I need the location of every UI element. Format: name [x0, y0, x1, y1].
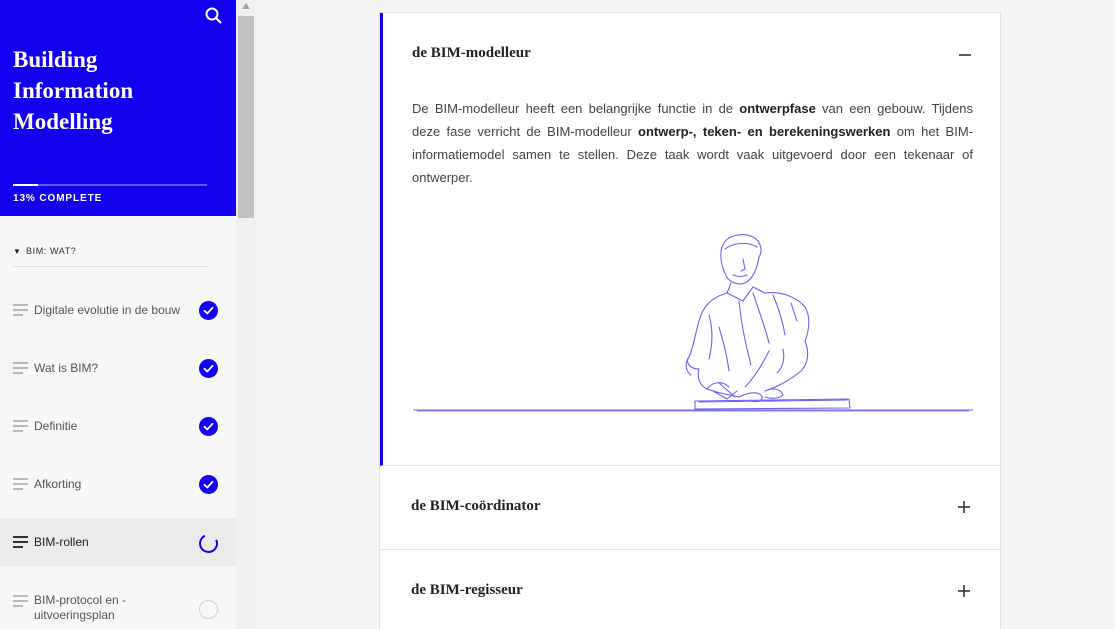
accordion-item-bim-modelleur: de BIM-modelleur De BIM-modelleur heeft …	[380, 13, 1000, 466]
lesson-label: Digitale evolutie in de bouw	[34, 303, 181, 317]
caret-down-icon: ▼	[13, 247, 21, 256]
search-button[interactable]	[204, 6, 224, 26]
lesson-afkorting[interactable]: Afkorting	[0, 460, 236, 508]
body-bold-text: ontwerp-, teken- en berekeningswerken	[638, 124, 891, 139]
plus-icon	[958, 585, 970, 597]
lesson-content: de BIM-modelleur De BIM-modelleur heeft …	[256, 0, 1115, 629]
body-bold-text: ontwerpfase	[739, 101, 816, 116]
accordion-title[interactable]: de BIM-coördinator	[411, 498, 541, 515]
empty-circle-icon	[199, 600, 218, 619]
collapse-button[interactable]	[957, 47, 973, 63]
check-circle-icon	[199, 359, 218, 378]
lesson-digitale-evolutie[interactable]: Digitale evolutie in de bouw	[0, 286, 236, 334]
lesson-definitie[interactable]: Definitie	[0, 402, 236, 450]
lesson-lines-icon	[13, 304, 28, 319]
lesson-label: Afkorting	[34, 477, 82, 491]
accordion-title[interactable]: de BIM-modelleur	[412, 45, 531, 62]
course-progress-fill	[13, 184, 39, 186]
accordion-item-bim-regisseur[interactable]: de BIM-regisseur	[380, 550, 1000, 629]
sidebar-header: Building Information Modelling 13% COMPL…	[0, 0, 236, 216]
check-circle-icon	[199, 301, 218, 320]
accordion-item-bim-coordinator[interactable]: de BIM-coördinator	[380, 466, 1000, 550]
accordion-title[interactable]: de BIM-regisseur	[411, 582, 523, 599]
lesson-lines-icon	[13, 420, 28, 435]
lesson-label: Wat is BIM?	[34, 361, 99, 375]
course-title: Building Information Modelling	[13, 47, 134, 134]
course-sidebar: Building Information Modelling 13% COMPL…	[0, 0, 236, 629]
lesson-label: Definitie	[34, 419, 78, 433]
plus-icon	[958, 501, 970, 513]
section-toggle-bim-wat[interactable]: ▼ BIM: WAT?	[13, 244, 207, 267]
lesson-bim-rollen[interactable]: BIM-rollen	[0, 518, 236, 566]
lesson-lines-icon	[13, 362, 28, 377]
lesson-lines-icon	[13, 478, 28, 493]
scrollbar-thumb[interactable]	[238, 16, 254, 218]
body-text: De BIM-modelleur heeft een belangrijke f…	[412, 101, 740, 116]
accordion-body: De BIM-modelleur heeft een belangrijke f…	[412, 97, 973, 189]
sidebar-scrollbar[interactable]	[236, 0, 256, 629]
search-icon	[205, 7, 222, 24]
lesson-wat-is-bim[interactable]: Wat is BIM?	[0, 344, 236, 392]
section-label: BIM: WAT?	[26, 246, 77, 256]
minus-icon	[959, 54, 971, 56]
line-art-illustration	[413, 234, 974, 412]
lesson-bim-protocol[interactable]: BIM-protocol en -uitvoeringsplan	[0, 581, 236, 629]
accordion: de BIM-modelleur De BIM-modelleur heeft …	[379, 12, 1001, 629]
lesson-lines-icon	[13, 595, 28, 610]
course-progress-label: 13% COMPLETE	[13, 193, 103, 204]
check-circle-icon	[199, 417, 218, 436]
course-progress-bar	[13, 184, 207, 186]
scroll-up-arrow-icon[interactable]	[242, 3, 250, 9]
check-circle-icon	[199, 475, 218, 494]
in-progress-icon	[196, 531, 221, 556]
lesson-lines-icon	[13, 536, 28, 551]
lesson-label: BIM-protocol en -uitvoeringsplan	[34, 593, 127, 622]
expand-button[interactable]	[956, 583, 972, 599]
lesson-label: BIM-rollen	[34, 535, 89, 549]
expand-button[interactable]	[956, 499, 972, 515]
